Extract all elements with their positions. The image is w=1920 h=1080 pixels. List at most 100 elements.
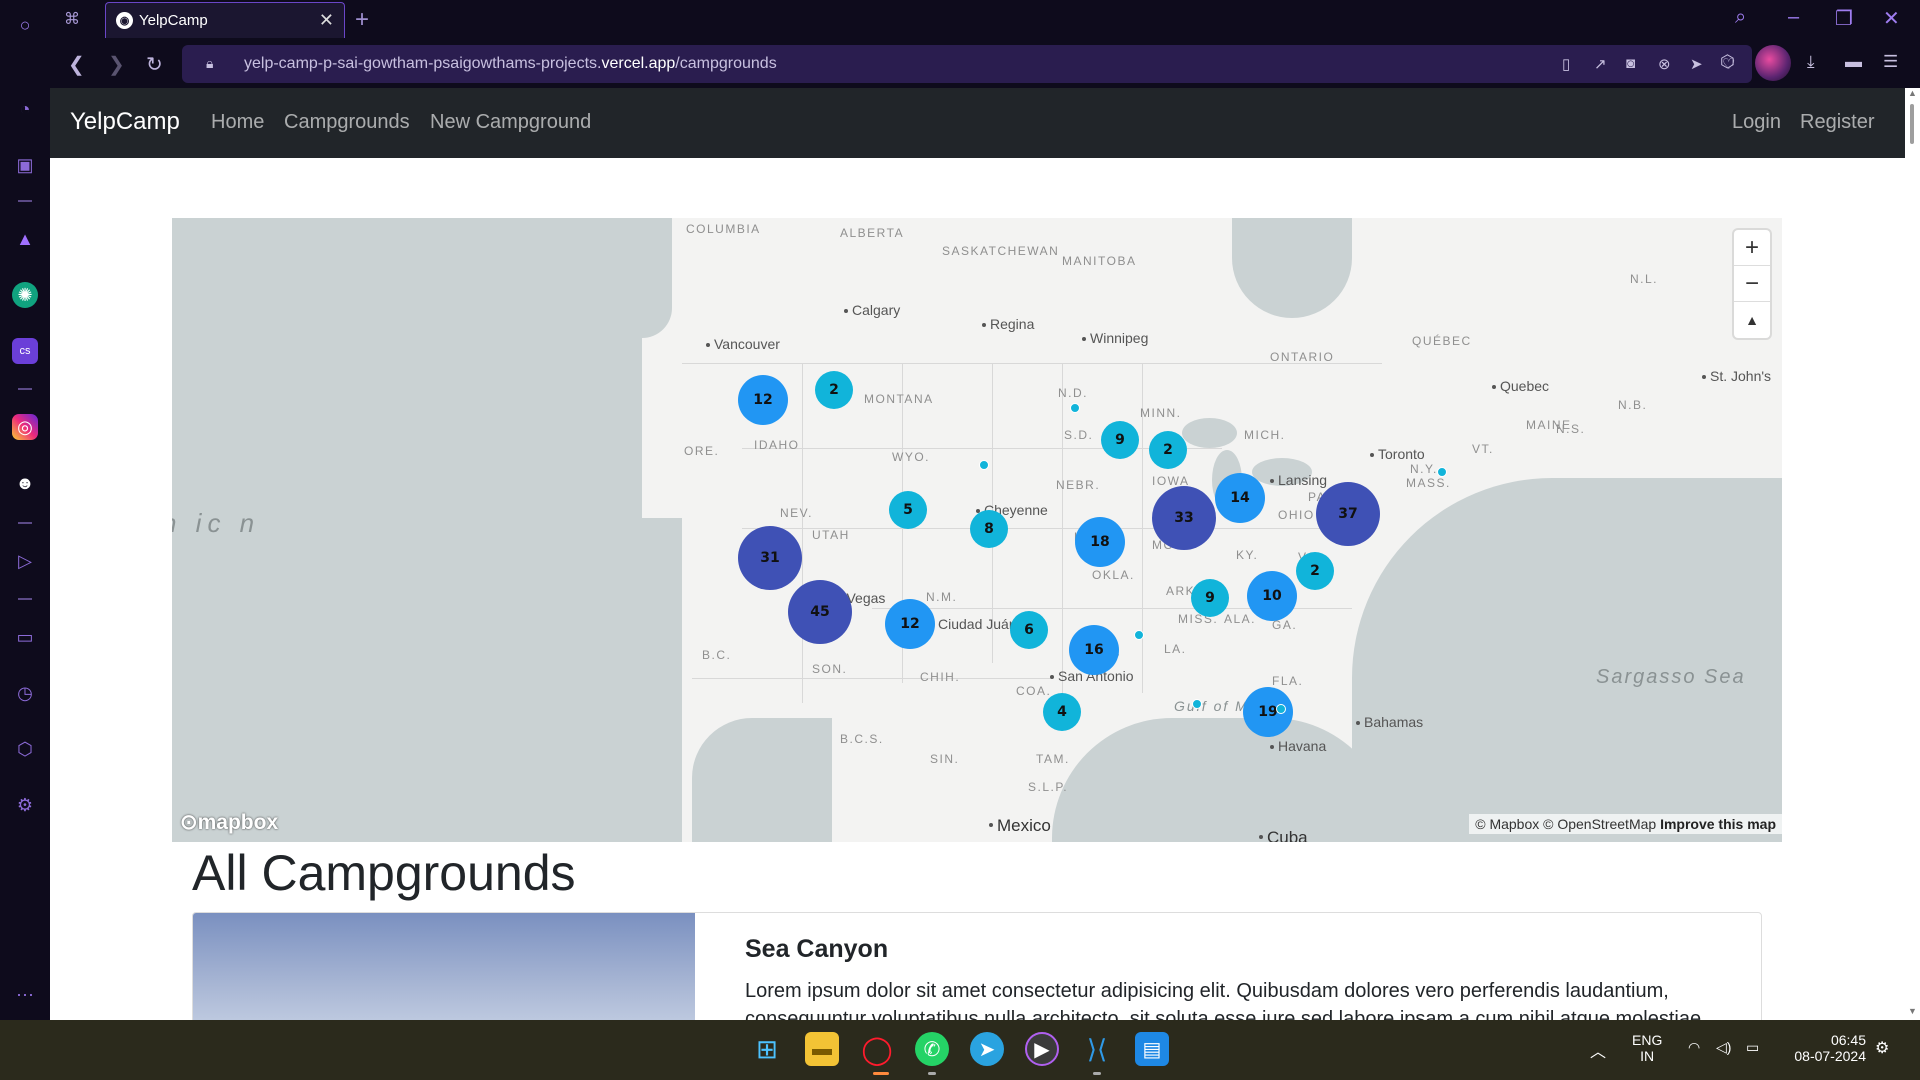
campground-cluster[interactable]: 19 bbox=[1243, 687, 1293, 737]
ms-store-icon[interactable]: ▤ bbox=[1135, 1032, 1169, 1066]
url-bar[interactable]: 🔒︎ yelp-camp-p-sai-gowtham-psaigowthams-… bbox=[182, 45, 1752, 83]
campground-cluster[interactable]: 9 bbox=[1191, 579, 1229, 617]
workspaces-icon[interactable]: ▣ bbox=[12, 152, 38, 178]
campground-cluster[interactable]: 10 bbox=[1247, 571, 1297, 621]
language-indicator[interactable]: ENG IN bbox=[1632, 1032, 1662, 1064]
campground-cluster[interactable]: 8 bbox=[970, 510, 1008, 548]
campground-cluster[interactable]: 37 bbox=[1316, 482, 1380, 546]
attribution-text[interactable]: © Mapbox © OpenStreetMap bbox=[1475, 816, 1656, 832]
nav-home[interactable]: Home bbox=[211, 111, 264, 134]
compass-button[interactable]: ▲ bbox=[1734, 302, 1770, 338]
campground-cluster[interactable]: 2 bbox=[1149, 431, 1187, 469]
url-path: /campgrounds bbox=[675, 55, 777, 72]
easy-setup-icon[interactable]: ☰ bbox=[1883, 52, 1898, 72]
campground-marker[interactable] bbox=[979, 460, 989, 470]
start-windows-icon[interactable]: ⊞ bbox=[750, 1032, 784, 1066]
campground-cluster[interactable]: 5 bbox=[889, 491, 927, 529]
campground-marker[interactable] bbox=[1070, 403, 1080, 413]
opera-gx-icon[interactable]: ◯ bbox=[860, 1032, 894, 1066]
aria-ai-icon[interactable]: ▲ bbox=[12, 226, 38, 252]
notifications-icon[interactable]: ⚙ bbox=[1875, 1038, 1889, 1058]
vscode-icon[interactable]: ⟩⟨ bbox=[1080, 1032, 1114, 1066]
history-icon[interactable]: ◷ bbox=[12, 680, 38, 706]
battery-icon[interactable]: ▭ bbox=[1746, 1039, 1759, 1056]
clock-time: 06:45 bbox=[1830, 1032, 1866, 1048]
campground-cluster[interactable]: 14 bbox=[1215, 473, 1265, 523]
campground-marker[interactable] bbox=[1134, 630, 1144, 640]
new-tab-icon[interactable]: + bbox=[355, 6, 369, 34]
show-hidden-icons[interactable]: ︿ bbox=[1590, 1038, 1606, 1062]
campground-cluster[interactable]: 45 bbox=[788, 580, 852, 644]
send-icon[interactable]: ➤ bbox=[1690, 55, 1703, 73]
nav-register[interactable]: Register bbox=[1800, 111, 1874, 134]
volume-icon[interactable]: ◁) bbox=[1716, 1039, 1731, 1056]
improve-map-link[interactable]: Improve this map bbox=[1660, 816, 1776, 832]
speed-dial-icon[interactable]: ◔ bbox=[12, 96, 38, 122]
scroll-up-icon[interactable]: ▲ bbox=[1908, 88, 1917, 98]
opera-menu-icon[interactable]: ○ bbox=[12, 12, 38, 38]
tracker-blocker-icon[interactable]: ⊗ bbox=[1658, 55, 1671, 73]
file-explorer-icon[interactable]: ▬ bbox=[805, 1032, 839, 1066]
map-city-label: St. John's bbox=[1701, 368, 1772, 384]
campground-cluster[interactable]: 16 bbox=[1069, 625, 1119, 675]
settings-gear-icon[interactable]: ⚙ bbox=[12, 792, 38, 818]
region-code: IN bbox=[1640, 1048, 1655, 1064]
clock[interactable]: 06:45 08-07-2024 bbox=[1782, 1032, 1866, 1064]
share-icon[interactable]: ↗ bbox=[1594, 55, 1607, 73]
chatsonic-icon[interactable]: cs bbox=[12, 338, 38, 364]
campground-cluster[interactable]: 12 bbox=[738, 375, 788, 425]
campground-marker[interactable] bbox=[1437, 467, 1447, 477]
close-window-icon[interactable]: ✕ bbox=[1883, 6, 1900, 31]
search-tabs-icon[interactable]: ⌕ bbox=[1735, 6, 1746, 29]
language-code: ENG bbox=[1632, 1032, 1663, 1048]
battery-saver-icon[interactable]: ▬ bbox=[1845, 52, 1862, 72]
reload-icon[interactable]: ↻ bbox=[146, 52, 163, 77]
player-icon[interactable]: ▷ bbox=[12, 548, 38, 574]
snapshot-icon[interactable]: ◙ bbox=[1626, 55, 1635, 72]
brand-link[interactable]: YelpCamp bbox=[70, 108, 180, 136]
extensions-icon[interactable]: ⬡ bbox=[12, 736, 38, 762]
campground-marker[interactable] bbox=[1276, 704, 1286, 714]
campground-cluster[interactable]: 4 bbox=[1043, 693, 1081, 731]
tab-yelpcamp[interactable]: ◉ YelpCamp ✕ bbox=[105, 2, 345, 38]
nav-login[interactable]: Login bbox=[1732, 111, 1781, 134]
campground-cluster[interactable]: 33 bbox=[1152, 486, 1216, 550]
chatgpt-icon[interactable]: ✺ bbox=[12, 282, 38, 308]
more-options-icon[interactable]: ⋯ bbox=[12, 982, 38, 1008]
campground-cluster[interactable]: 2 bbox=[1296, 552, 1334, 590]
zoom-in-button[interactable]: + bbox=[1734, 230, 1770, 266]
minimize-icon[interactable]: – bbox=[1788, 6, 1799, 29]
campground-cluster[interactable]: 31 bbox=[738, 526, 802, 590]
campground-cluster[interactable]: 6 bbox=[1010, 611, 1048, 649]
media-player-icon[interactable]: ▶ bbox=[1025, 1032, 1059, 1066]
discord-icon[interactable]: ☻ bbox=[12, 470, 38, 496]
scroll-down-icon[interactable]: ▼ bbox=[1908, 1006, 1917, 1016]
campground-cluster[interactable]: 12 bbox=[885, 599, 935, 649]
reader-mode-icon[interactable]: ▯ bbox=[1562, 55, 1570, 73]
nav-new-campground[interactable]: New Campground bbox=[430, 111, 591, 134]
download-icon[interactable]: ⤓ bbox=[1807, 52, 1815, 72]
instagram-icon[interactable]: ◎ bbox=[12, 414, 38, 440]
gx-corner-icon[interactable]: ⌘ bbox=[64, 9, 80, 29]
tabs-icon[interactable]: ▭ bbox=[12, 624, 38, 650]
page-scrollbar[interactable]: ▲ ▼ bbox=[1905, 88, 1920, 1020]
cube-extension-icon[interactable]: ⬡ bbox=[1720, 52, 1735, 72]
close-tab-icon[interactable]: ✕ bbox=[319, 10, 334, 31]
tab-bar: ⌘ ◉ YelpCamp ✕ + ⌕ – ❐ ✕ bbox=[50, 0, 1920, 40]
back-icon[interactable]: ❮ bbox=[68, 52, 85, 77]
zoom-out-button[interactable]: − bbox=[1734, 266, 1770, 302]
telegram-icon[interactable]: ➤ bbox=[970, 1032, 1004, 1066]
campground-cluster[interactable]: 18 bbox=[1075, 517, 1125, 567]
restore-icon[interactable]: ❐ bbox=[1835, 6, 1853, 31]
whatsapp-icon[interactable]: ✆ bbox=[915, 1032, 949, 1066]
mapbox-logo[interactable]: ⊙mapbox bbox=[180, 810, 278, 835]
campground-marker[interactable] bbox=[1192, 699, 1202, 709]
campground-cluster[interactable]: 9 bbox=[1101, 421, 1139, 459]
profile-avatar[interactable] bbox=[1755, 45, 1791, 81]
scroll-thumb[interactable] bbox=[1910, 104, 1914, 144]
cluster-map[interactable]: COLUMBIA ALBERTA SASKATCHEWAN MANITOBA ONTAR… bbox=[172, 218, 1782, 842]
nav-campgrounds[interactable]: Campgrounds bbox=[284, 111, 410, 134]
forward-icon[interactable]: ❯ bbox=[108, 52, 125, 77]
campground-cluster[interactable]: 2 bbox=[815, 371, 853, 409]
wifi-icon[interactable]: ◠ bbox=[1688, 1039, 1700, 1056]
